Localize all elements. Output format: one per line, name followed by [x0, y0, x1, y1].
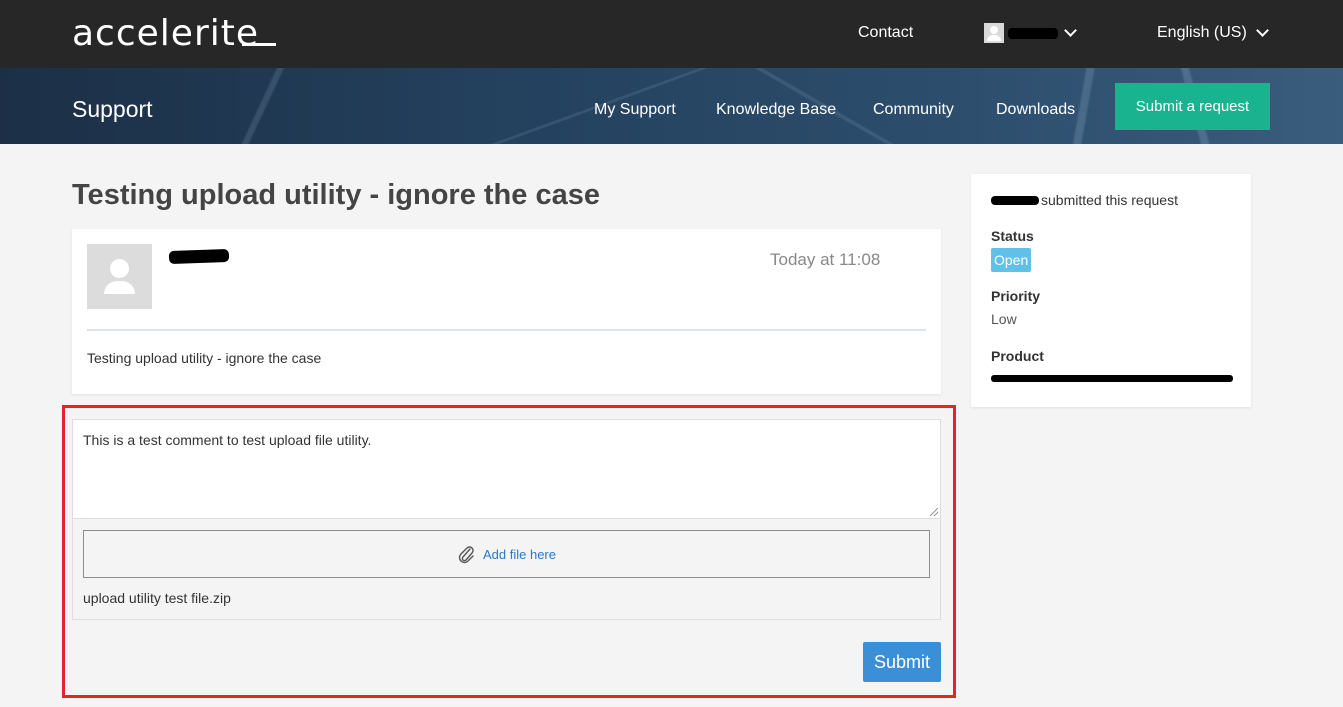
user-icon — [984, 23, 1004, 43]
request-body: Testing upload utility - ignore the case — [87, 350, 322, 366]
product-label: Product — [991, 348, 1044, 364]
redacted-user-name — [1008, 27, 1058, 39]
request-timestamp: Today at 11:08 — [770, 250, 881, 269]
contact-link[interactable]: Contact — [858, 23, 913, 43]
priority-label: Priority — [991, 288, 1041, 304]
submit-button[interactable]: Submit — [863, 642, 941, 682]
attached-file-name: upload utility test file.zip — [83, 590, 231, 606]
paperclip-icon — [458, 546, 474, 564]
resize-handle[interactable] — [930, 508, 938, 516]
nav-my-support[interactable]: My Support — [594, 100, 676, 120]
page-title: Testing upload utility - ignore the case — [72, 179, 600, 211]
status-badge: Open — [991, 248, 1032, 272]
language-selector[interactable]: English (US) — [1157, 23, 1247, 43]
request-card: Today at 11:08 Testing upload utility - … — [72, 229, 941, 394]
submit-request-button[interactable]: Submit a request — [1115, 83, 1270, 130]
support-title[interactable]: Support — [72, 96, 153, 122]
comment-textarea[interactable]: This is a test comment to test upload fi… — [73, 420, 940, 519]
submitted-text: submitted this request — [1041, 192, 1178, 208]
status-label: Status — [991, 228, 1034, 244]
add-file-link[interactable]: Add file here — [483, 547, 556, 562]
nav-knowledge-base[interactable]: Knowledge Base — [716, 100, 836, 120]
priority-value: Low — [991, 311, 1017, 327]
logo-underline — [242, 43, 276, 46]
avatar — [87, 244, 152, 309]
redacted-product-value — [991, 375, 1233, 382]
file-dropzone[interactable]: Add file here — [83, 530, 930, 578]
nav-downloads[interactable]: Downloads — [996, 100, 1075, 120]
nav-community[interactable]: Community — [873, 100, 954, 120]
redacted-submitter-name — [991, 196, 1039, 205]
comment-form: This is a test comment to test upload fi… — [72, 419, 941, 620]
divider — [87, 329, 926, 331]
user-menu[interactable] — [984, 23, 1058, 43]
redacted-author-name — [168, 248, 230, 265]
request-details-sidebar: submitted this request Status Open Prior… — [971, 174, 1251, 407]
accelerite-logo[interactable]: accelerite — [72, 14, 259, 54]
